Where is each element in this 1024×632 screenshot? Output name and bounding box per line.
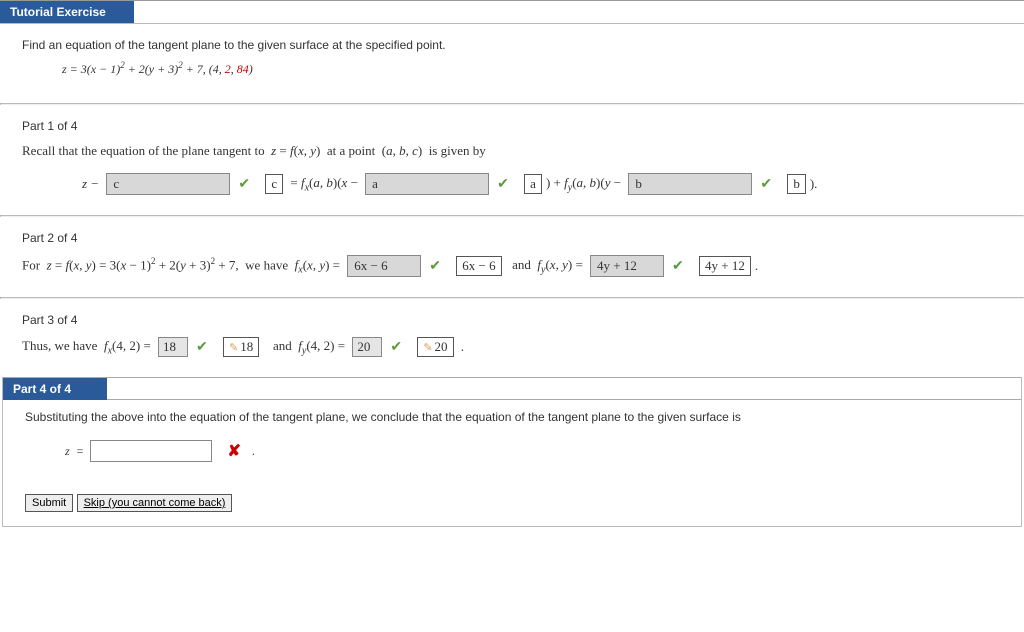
pencil-icon: ✎ bbox=[229, 342, 240, 354]
check-icon: ✔ bbox=[756, 176, 776, 193]
part4-text: Substituting the above into the equation… bbox=[25, 410, 999, 424]
problem-equation: z = 3(x − 1)2 + 2(y + 3)2 + 7, (4, 2, 84… bbox=[22, 52, 1002, 85]
cross-icon: ✘ bbox=[223, 441, 244, 461]
part1-blank-c[interactable]: c bbox=[106, 173, 230, 195]
part2-fy-confirm: 4y + 12 bbox=[699, 256, 751, 276]
part4-answer-input[interactable] bbox=[90, 440, 212, 462]
pencil-icon: ✎ bbox=[423, 342, 434, 354]
part1-confirm-a: a bbox=[524, 174, 542, 194]
part2-fx-confirm: 6x − 6 bbox=[456, 256, 501, 276]
part2-line: For z = f(x, y) = 3(x − 1)2 + 2(y + 3)2 … bbox=[22, 255, 1002, 277]
part2-fx-answer[interactable]: 6x − 6 bbox=[347, 255, 421, 277]
tutorial-header: Tutorial Exercise bbox=[0, 1, 134, 23]
part1-intro: Recall that the equation of the plane ta… bbox=[22, 143, 1002, 159]
part1-confirm-c: c bbox=[265, 174, 283, 194]
part2-label: Part 2 of 4 bbox=[0, 217, 1024, 245]
part1-blank-a[interactable]: a bbox=[365, 173, 489, 195]
check-icon: ✔ bbox=[493, 176, 513, 193]
part3-label: Part 3 of 4 bbox=[0, 299, 1024, 327]
part1-blank-b[interactable]: b bbox=[628, 173, 752, 195]
check-icon: ✔ bbox=[192, 339, 212, 356]
part3-line: Thus, we have fx(4, 2) = 18 ✔ ✎18 and fy… bbox=[22, 337, 1002, 357]
part3-fy-confirm: ✎20 bbox=[417, 337, 453, 357]
part3-fx-answer[interactable]: 18 bbox=[158, 337, 188, 357]
part4-label: Part 4 of 4 bbox=[3, 378, 107, 400]
part1-confirm-b: b bbox=[787, 174, 806, 194]
check-icon: ✔ bbox=[668, 258, 688, 275]
skip-button[interactable]: Skip (you cannot come back) bbox=[77, 494, 233, 512]
part3-fy-answer[interactable]: 20 bbox=[352, 337, 382, 357]
submit-button[interactable]: Submit bbox=[25, 494, 73, 512]
part2-fy-answer[interactable]: 4y + 12 bbox=[590, 255, 664, 277]
problem-prompt: Find an equation of the tangent plane to… bbox=[22, 38, 1002, 52]
check-icon: ✔ bbox=[425, 258, 445, 275]
check-icon: ✔ bbox=[234, 176, 254, 193]
check-icon: ✔ bbox=[386, 339, 406, 356]
part3-fx-confirm: ✎18 bbox=[223, 337, 259, 357]
part1-label: Part 1 of 4 bbox=[0, 105, 1024, 133]
